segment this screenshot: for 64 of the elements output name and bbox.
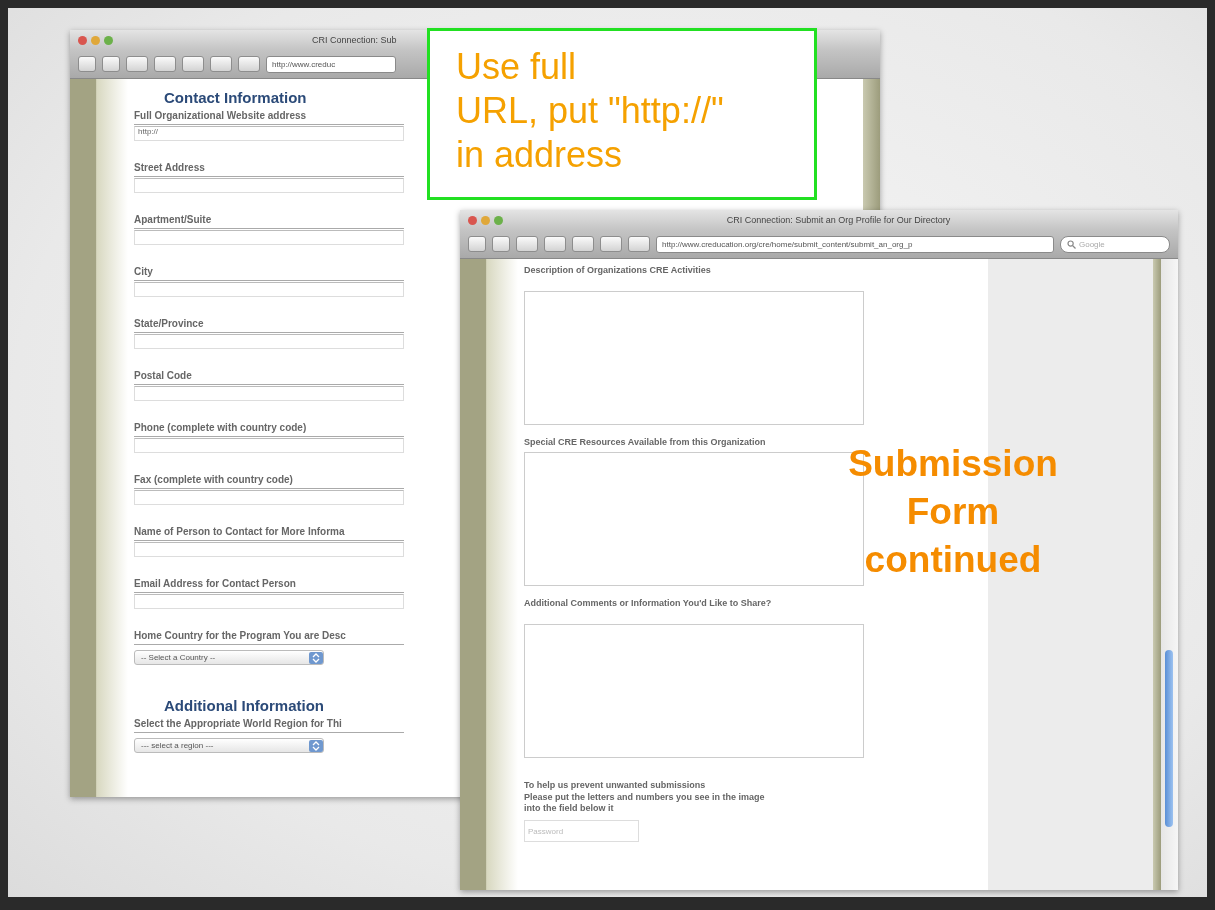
toolbar-button[interactable] — [516, 236, 538, 252]
toolbar-button[interactable] — [154, 56, 176, 72]
section-heading: Contact Information — [164, 89, 308, 106]
toolbar-button[interactable] — [468, 236, 486, 252]
callout-text: Use full URL, put "http://" in address — [427, 28, 817, 200]
toolbar-button[interactable] — [182, 56, 204, 72]
zoom-button[interactable] — [104, 35, 113, 45]
search-icon — [1067, 239, 1076, 249]
text-area[interactable] — [524, 624, 864, 758]
field-label: Email Address for Contact Person — [134, 578, 404, 593]
dropdown-field[interactable]: -- Select a Country -- — [134, 650, 324, 665]
toolbar-button[interactable] — [572, 236, 594, 252]
address-field[interactable]: http://www.creduc — [266, 55, 396, 73]
section-heading: Additional Information — [164, 697, 325, 714]
text-field[interactable]: http:// — [134, 126, 404, 141]
toolbar-button[interactable] — [544, 236, 566, 252]
captcha-field[interactable]: Password — [524, 820, 639, 843]
field-label: Full Organizational Website address — [134, 110, 404, 125]
toolbar-button[interactable] — [628, 236, 650, 252]
toolbar-button[interactable] — [238, 56, 260, 72]
field-label: Description of Organizations CRE Activities — [524, 265, 712, 275]
field-label: Name of Person to Contact for More Informa — [134, 526, 404, 541]
field-label: Apartment/Suite — [134, 214, 404, 229]
field-label: Postal Code — [134, 370, 404, 385]
stepper-icon — [309, 739, 323, 752]
toolbar-button[interactable] — [210, 56, 232, 72]
window-title: CRI Connection: Submit an Org Profile for Our Directory — [725, 215, 952, 225]
text-field[interactable] — [134, 282, 404, 297]
field-label: Additional Comments or Information You'd Like to Share? — [524, 598, 773, 608]
toolbar-button[interactable] — [492, 236, 510, 252]
text-field[interactable] — [134, 542, 404, 557]
toolbar-button[interactable] — [78, 56, 96, 72]
scrollbar[interactable] — [1161, 259, 1178, 890]
text-field[interactable] — [134, 386, 404, 401]
text-field[interactable] — [134, 334, 404, 349]
text-field[interactable] — [134, 178, 404, 193]
text-field[interactable] — [134, 594, 404, 609]
field-label: Fax (complete with country code) — [134, 474, 404, 489]
field-label: Select the Appropriate World Region for Thi — [134, 718, 404, 733]
zoom-button[interactable] — [494, 215, 503, 225]
toolbar-button[interactable] — [600, 236, 622, 252]
field-label: Street Address — [134, 162, 404, 177]
callout-text: Submission Form continued — [847, 442, 1059, 582]
field-label: Phone (complete with country code) — [134, 422, 404, 437]
instruction-text: To help us prevent unwanted submissions Please put the letters and numbers you see in the image into the field below it — [524, 780, 766, 816]
close-button[interactable] — [78, 35, 87, 45]
toolbar-button[interactable] — [126, 56, 148, 72]
dropdown-field[interactable]: --- select a region --- — [134, 738, 324, 753]
field-label: Home Country for the Program You are Desc — [134, 630, 404, 645]
text-field[interactable] — [134, 438, 404, 453]
field-label: State/Province — [134, 318, 404, 333]
window-title: CRI Connection: Sub — [312, 35, 397, 45]
text-area[interactable] — [524, 291, 864, 425]
toolbar-button[interactable] — [102, 56, 120, 72]
close-button[interactable] — [468, 215, 477, 225]
minimize-button[interactable] — [91, 35, 100, 45]
text-field[interactable] — [134, 230, 404, 245]
search-placeholder: Google — [1079, 239, 1105, 249]
minimize-button[interactable] — [481, 215, 490, 225]
field-label: City — [134, 266, 404, 281]
text-field[interactable] — [134, 490, 404, 505]
address-field[interactable]: http://www.creducation.org/cre/home/submit_content/submit_an_org_p — [656, 235, 1054, 253]
field-label: Special CRE Resources Available from this Organization — [524, 437, 767, 447]
stepper-icon — [309, 651, 323, 664]
